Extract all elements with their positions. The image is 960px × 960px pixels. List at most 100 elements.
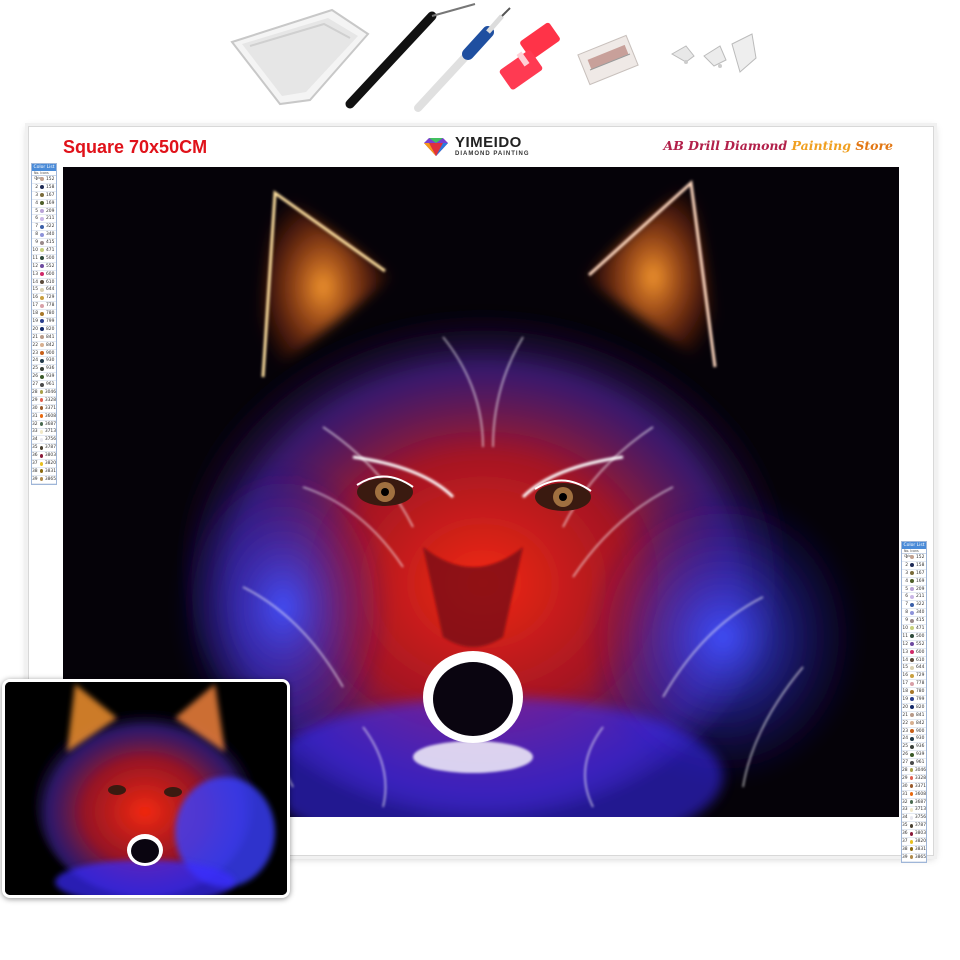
color-list-row: 18 780: [902, 688, 926, 697]
color-code: 3787: [914, 823, 926, 829]
color-swatch-icon: [909, 823, 913, 828]
color-code: 3831: [914, 846, 926, 852]
color-list-row: 6 211: [32, 215, 56, 224]
color-code: 841: [46, 334, 55, 340]
color-index: 36: [902, 831, 908, 837]
color-index: 35: [902, 823, 908, 829]
color-code: 169: [46, 200, 55, 206]
color-code: 152: [46, 176, 55, 182]
color-list-row: 33 3713: [902, 807, 926, 815]
color-swatch-icon: [40, 327, 44, 332]
color-swatch-icon: [40, 280, 44, 285]
color-code: 3687: [914, 799, 926, 805]
color-swatch-icon: [40, 366, 44, 371]
color-code: 322: [916, 602, 925, 608]
color-index: 3: [905, 570, 908, 576]
color-code: 936: [916, 744, 925, 750]
color-index: 28: [32, 389, 38, 395]
color-swatch-icon: [910, 563, 914, 568]
color-list-row: 33 3713: [32, 429, 56, 437]
color-index: 16: [902, 673, 908, 679]
color-index: 22: [902, 720, 908, 726]
color-list-row: 30 3371: [32, 405, 56, 413]
color-index: 34: [32, 437, 38, 443]
color-list-row: 15 644: [32, 286, 56, 295]
color-index: 27: [32, 382, 38, 388]
color-list-left: Color List No. Icons Color 1 152 2 158 3 167 4…: [31, 163, 57, 485]
color-swatch-icon: [39, 429, 43, 434]
color-index: 1: [905, 554, 908, 560]
store-name-part: Store: [855, 138, 893, 153]
color-list-row: 2 158: [902, 562, 926, 570]
color-code: 169: [916, 578, 925, 584]
color-list-row: 22 842: [32, 342, 56, 350]
color-code: 3865: [914, 854, 926, 860]
color-list-row: 13 600: [32, 271, 56, 279]
color-swatch-icon: [909, 800, 913, 805]
color-list-row: 37 3820: [32, 460, 56, 468]
color-swatch-icon: [910, 571, 914, 576]
color-list-row: 10 471: [902, 625, 926, 633]
color-code: 415: [46, 240, 55, 246]
color-swatch-icon: [910, 689, 914, 694]
color-code: 552: [916, 641, 925, 647]
color-list-rows: 1 152 2 158 3 167 4 169 5 209 6 211 7 322 8 340 9 415 10 47…: [32, 176, 56, 484]
color-list-row: 14 610: [32, 279, 56, 287]
color-code: 936: [46, 366, 55, 372]
color-list-row: 38 3831: [902, 846, 926, 854]
color-swatch-icon: [40, 351, 44, 356]
color-swatch-icon: [40, 232, 44, 237]
color-swatch-icon: [40, 343, 44, 348]
point-tips-icon: [670, 33, 757, 73]
color-code: 644: [46, 287, 55, 293]
color-swatch-icon: [40, 287, 44, 292]
color-list-row: 36 3803: [902, 830, 926, 839]
color-list-row: 29 3328: [902, 775, 926, 783]
color-index: 32: [902, 799, 908, 805]
color-index: 13: [902, 649, 908, 655]
color-list-row: 5 209: [32, 208, 56, 216]
color-index: 37: [32, 461, 38, 466]
color-swatch-icon: [40, 311, 44, 316]
color-code: 961: [916, 760, 925, 766]
color-index: 17: [902, 681, 908, 687]
color-list-row: 5 209: [902, 586, 926, 594]
color-list-rows: 1 152 2 158 3 167 4 169 5 209 6 211 7 322 8 340 9 415 10 47…: [902, 554, 926, 862]
color-index: 9: [35, 240, 38, 246]
color-swatch-icon: [910, 729, 914, 734]
color-list-row: 39 3865: [32, 476, 56, 484]
color-list-row: 26 939: [902, 751, 926, 760]
color-code: 610: [916, 657, 925, 663]
color-index: 16: [32, 295, 38, 301]
color-index: 15: [32, 287, 38, 293]
color-code: 3371: [914, 783, 926, 789]
color-index: 29: [902, 775, 908, 781]
color-list-row: 18 780: [32, 310, 56, 319]
color-swatch-icon: [39, 469, 43, 474]
color-swatch-icon: [39, 437, 43, 442]
color-index: 18: [32, 311, 38, 317]
color-list-row: 36 3803: [32, 452, 56, 461]
color-swatch-icon: [909, 831, 913, 836]
color-swatch-icon: [909, 776, 913, 781]
color-swatch-icon: [910, 587, 914, 591]
color-list-row: 22 842: [902, 720, 926, 728]
color-swatch-icon: [910, 736, 914, 741]
color-swatch-icon: [40, 240, 44, 245]
color-code: 500: [46, 255, 55, 261]
color-swatch-icon: [910, 705, 914, 710]
color-index: 12: [902, 641, 908, 647]
color-index: 23: [902, 728, 908, 734]
color-swatch-icon: [40, 201, 44, 206]
color-index: 8: [35, 232, 38, 238]
color-index: 27: [902, 760, 908, 766]
color-index: 3: [35, 192, 38, 198]
color-index: 37: [902, 839, 908, 844]
color-swatch-icon: [910, 650, 914, 655]
wax-pack-icon: [577, 34, 639, 86]
store-name-part: Diamond: [724, 138, 792, 153]
color-swatch-icon: [910, 681, 914, 686]
color-code: 152: [916, 554, 925, 560]
color-swatch-icon: [39, 422, 43, 427]
size-label: Square 70x50CM: [63, 137, 208, 157]
